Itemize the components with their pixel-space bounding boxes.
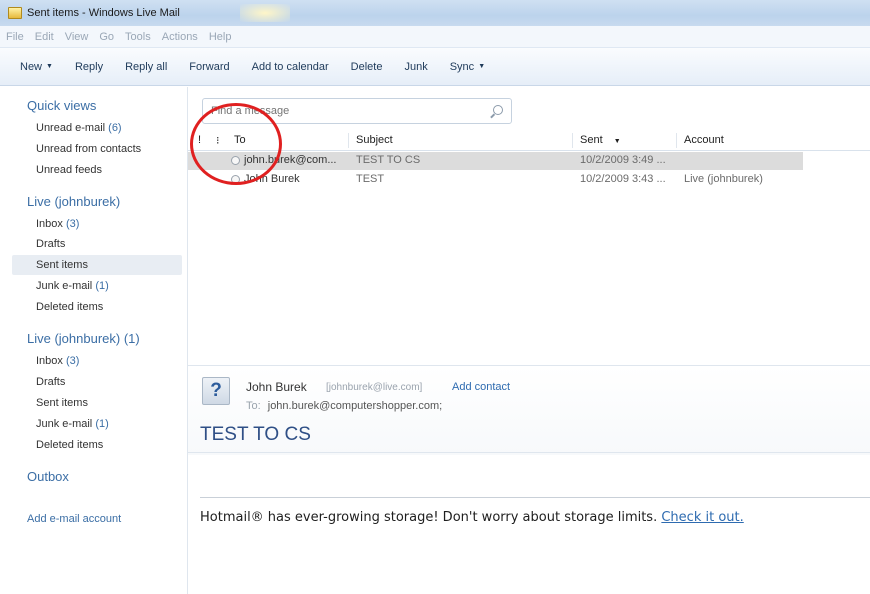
cell-to: john.burek@com... <box>244 154 337 166</box>
menu-bar: File Edit View Go Tools Actions Help <box>0 26 870 48</box>
table-row[interactable]: John Burek TEST 10/2/2009 3:43 ... Live … <box>188 171 803 189</box>
search-input[interactable] <box>211 105 481 117</box>
quick-views-title[interactable]: Quick views <box>27 98 96 113</box>
attachment-column-icon[interactable]: ⁝ <box>216 134 220 147</box>
unread-count: (1) <box>95 418 109 430</box>
column-divider[interactable] <box>676 133 677 148</box>
add-to-calendar-button[interactable]: Add to calendar <box>252 61 329 73</box>
menu-go[interactable]: Go <box>99 31 114 43</box>
sidebar-item-drafts[interactable]: Drafts <box>36 238 65 250</box>
account-title-1[interactable]: Live (johnburek) <box>27 194 120 209</box>
sidebar-item-label: Inbox <box>36 355 63 367</box>
add-contact-link[interactable]: Add contact <box>452 381 510 393</box>
message-body-text: Hotmail® has ever-growing storage! Don't… <box>200 510 658 525</box>
menu-file[interactable]: File <box>6 31 24 43</box>
column-header-account[interactable]: Account <box>684 134 724 146</box>
unread-count: (6) <box>108 122 122 134</box>
divider <box>188 452 870 453</box>
cell-sent: 10/2/2009 3:43 ... <box>580 173 666 185</box>
column-divider[interactable] <box>572 133 573 148</box>
account-title-2[interactable]: Live (johnburek) (1) <box>27 331 140 346</box>
cell-sent: 10/2/2009 3:49 ... <box>580 154 666 166</box>
message-body: Hotmail® has ever-growing storage! Don't… <box>200 510 744 525</box>
cell-to: John Burek <box>244 173 300 185</box>
reply-button[interactable]: Reply <box>75 61 103 73</box>
search-box <box>202 98 512 124</box>
sender-name: John Burek <box>246 380 307 394</box>
sync-button[interactable]: Sync ▼ <box>450 61 485 73</box>
folder-pane: Quick views Unread e-mail (6) Unread fro… <box>0 87 188 594</box>
message-subject: TEST TO CS <box>200 424 311 445</box>
check-it-out-link[interactable]: Check it out. <box>661 510 743 525</box>
add-email-account-link[interactable]: Add e-mail account <box>27 513 121 525</box>
new-button[interactable]: New ▼ <box>20 61 53 73</box>
sidebar-item-unread-feeds[interactable]: Unread feeds <box>36 164 102 176</box>
sync-button-label: Sync <box>449 60 475 73</box>
forward-button[interactable]: Forward <box>189 61 229 73</box>
sidebar-item-label: Junk e-mail <box>36 418 93 430</box>
reply-all-button[interactable]: Reply all <box>125 61 167 73</box>
search-icon[interactable] <box>493 105 503 115</box>
delete-button[interactable]: Delete <box>351 61 383 73</box>
sidebar-item-sent-items[interactable]: Sent items <box>36 259 88 271</box>
read-status-icon <box>231 156 240 165</box>
chevron-down-icon: ▼ <box>478 63 486 70</box>
window-title: Sent items - Windows Live Mail <box>27 7 180 19</box>
sidebar-item-deleted-items[interactable]: Deleted items <box>36 301 103 313</box>
junk-button[interactable]: Junk <box>404 61 427 73</box>
sidebar-item-label: Unread e-mail <box>36 122 106 134</box>
menu-actions[interactable]: Actions <box>162 31 198 43</box>
table-row[interactable]: john.burek@com... TEST TO CS 10/2/2009 3… <box>188 152 803 170</box>
message-list-header: ! ⁝ To Subject Sent ▼ Account <box>188 131 870 151</box>
cell-account: Live (johnburek) <box>684 173 763 185</box>
recipient-line: To: john.burek@computershopper.com; <box>246 400 442 412</box>
sidebar-item-label: Junk e-mail <box>36 280 93 292</box>
column-header-to[interactable]: To <box>234 134 246 146</box>
sidebar-item-deleted-items[interactable]: Deleted items <box>36 439 103 451</box>
sort-descending-icon: ▼ <box>613 138 621 145</box>
column-header-sent-label: Sent <box>580 134 603 146</box>
menu-edit[interactable]: Edit <box>35 31 54 43</box>
title-bar-glow <box>240 4 290 22</box>
column-header-subject[interactable]: Subject <box>356 134 393 146</box>
contact-unknown-icon: ? <box>202 377 230 405</box>
title-bar: Sent items - Windows Live Mail <box>0 0 870 26</box>
sidebar-item-unread-email[interactable]: Unread e-mail (6) <box>36 122 122 134</box>
read-status-icon <box>231 175 240 184</box>
cell-subject: TEST <box>356 173 385 185</box>
column-header-sent[interactable]: Sent ▼ <box>580 134 621 146</box>
unread-count: (3) <box>65 218 80 230</box>
sidebar-item-junk-email[interactable]: Junk e-mail (1) <box>36 418 109 430</box>
toolbar: New ▼ Reply Reply all Forward Add to cal… <box>0 48 870 86</box>
new-button-label: New <box>20 60 43 73</box>
sidebar-item-inbox[interactable]: Inbox (3) <box>36 355 79 367</box>
reading-pane-header: ? John Burek [johnburek@live.com] Add co… <box>188 365 870 455</box>
sidebar-item-label: Inbox <box>36 218 63 230</box>
to-label: To: <box>246 400 261 412</box>
sidebar-item-unread-from-contacts[interactable]: Unread from contacts <box>36 143 141 155</box>
sidebar-item-sent-items[interactable]: Sent items <box>36 397 88 409</box>
outbox-title[interactable]: Outbox <box>27 469 69 484</box>
menu-view[interactable]: View <box>65 31 89 43</box>
column-divider[interactable] <box>348 133 349 148</box>
recipient-address: john.burek@computershopper.com; <box>267 400 443 412</box>
unread-count: (1) <box>95 280 109 292</box>
chevron-down-icon: ▼ <box>46 63 53 70</box>
mail-app-icon <box>8 7 22 19</box>
sidebar-item-drafts[interactable]: Drafts <box>36 376 65 388</box>
sidebar-item-junk-email[interactable]: Junk e-mail (1) <box>36 280 109 292</box>
menu-help[interactable]: Help <box>209 31 232 43</box>
unread-count: (3) <box>65 355 80 367</box>
menu-tools[interactable]: Tools <box>125 31 151 43</box>
sender-email: [johnburek@live.com] <box>326 382 423 393</box>
divider <box>200 497 870 498</box>
priority-column-icon[interactable]: ! <box>198 134 201 146</box>
cell-subject: TEST TO CS <box>356 154 421 166</box>
sidebar-item-inbox[interactable]: Inbox (3) <box>36 218 79 230</box>
